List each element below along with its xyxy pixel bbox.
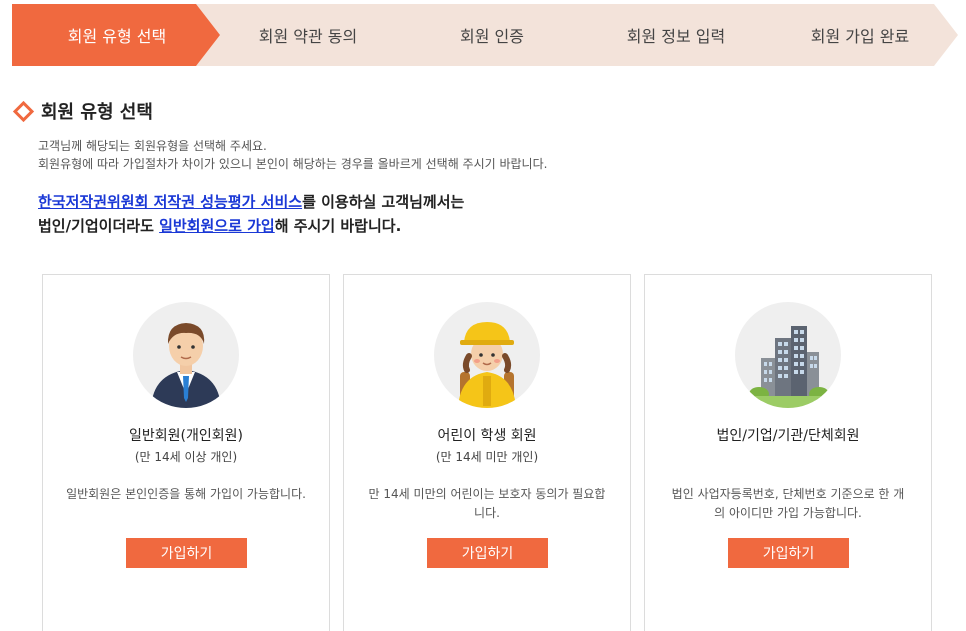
step-member-type: 회원 유형 선택 xyxy=(12,4,222,66)
diamond-icon xyxy=(12,100,35,122)
member-type-cards: 일반회원(개인회원) (만 14세 이상 개인) 일반회원은 본인인증을 통해 … xyxy=(42,274,932,631)
general-member-link[interactable]: 일반회원으로 가입 xyxy=(159,217,275,235)
card-title: 어린이 학생 회원 xyxy=(437,428,537,444)
card-general-member: 일반회원(개인회원) (만 14세 이상 개인) 일반회원은 본인인증을 통해 … xyxy=(42,274,330,631)
card-title: 일반회원(개인회원) xyxy=(129,428,243,444)
step-info-entry: 회원 정보 입력 xyxy=(564,4,774,66)
step-complete: 회원 가입 완료 xyxy=(748,4,958,66)
card-description: 법인 사업자등록번호, 단체번호 기준으로 한 개의 아이디만 가입 가능합니다… xyxy=(671,487,905,520)
section-header: 회원 유형 선택 xyxy=(12,98,153,124)
notice: 한국저작권위원회 저작권 성능평가 서비스를 이용하실 고객님께서는 법인/기업… xyxy=(38,193,465,235)
card-subtitle: (만 14세 이상 개인) xyxy=(134,450,238,464)
step-verification: 회원 인증 xyxy=(380,4,590,66)
card-description: 만 14세 미만의 어린이는 보호자 동의가 필요합니다. xyxy=(368,487,606,520)
building-icon xyxy=(735,302,841,408)
description: 고객님께 해당되는 회원유형을 선택해 주세요. 회원유형에 따라 가입절차가 … xyxy=(38,139,548,171)
step-terms-agreement: 회원 약관 동의 xyxy=(196,4,406,66)
card-title: 법인/기업/기관/단체회원 xyxy=(716,428,860,444)
join-general-button[interactable]: 가입하기 xyxy=(126,538,247,568)
join-child-button[interactable]: 가입하기 xyxy=(427,538,548,568)
performance-service-link[interactable]: 한국저작권위원회 저작권 성능평가 서비스 xyxy=(38,193,302,211)
signup-steps: 회원 유형 선택 회원 약관 동의 회원 인증 회원 정보 입력 회원 가입 완… xyxy=(12,4,960,66)
child-student-icon xyxy=(434,302,540,408)
card-description: 일반회원은 본인인증을 통해 가입이 가능합니다. xyxy=(66,487,306,501)
businessman-icon xyxy=(133,302,239,408)
card-child-member: 어린이 학생 회원 (만 14세 미만 개인) 만 14세 미만의 어린이는 보… xyxy=(343,274,631,631)
page-title: 회원 유형 선택 xyxy=(41,102,153,123)
card-corporate-member: 법인/기업/기관/단체회원 법인 사업자등록번호, 단체번호 기준으로 한 개의… xyxy=(644,274,932,631)
join-corporate-button[interactable]: 가입하기 xyxy=(728,538,849,568)
card-subtitle: (만 14세 미만 개인) xyxy=(435,450,539,464)
